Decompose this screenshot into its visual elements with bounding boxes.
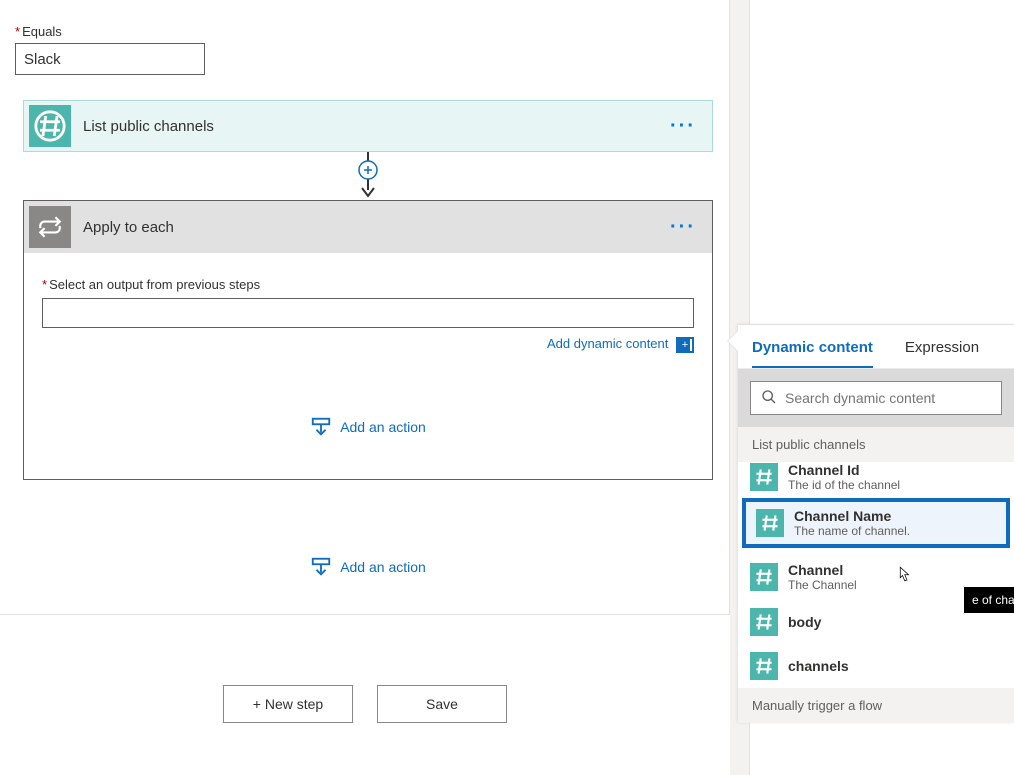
equals-block: *Equals <box>15 24 205 75</box>
hash-icon <box>756 509 784 537</box>
dyn-item-title: Channel Id <box>788 462 1002 478</box>
add-dynamic-content-link[interactable]: Add dynamic content <box>547 336 668 351</box>
dynamic-tabs: Dynamic content Expression <box>738 325 1014 369</box>
hash-icon <box>750 563 778 591</box>
section-header-list-channels: List public channels <box>738 427 1014 462</box>
select-output-input[interactable] <box>42 298 694 328</box>
equals-label: *Equals <box>15 24 205 39</box>
card-list-public-channels[interactable]: List public channels ··· <box>23 100 713 152</box>
dynamic-search[interactable] <box>750 381 1002 415</box>
dynamic-content-panel: Dynamic content Expression List public c… <box>738 324 1014 723</box>
add-dynamic-row: Add dynamic content + <box>42 336 694 353</box>
tab-dynamic-content[interactable]: Dynamic content <box>752 339 873 368</box>
connector-arrow <box>23 152 713 202</box>
select-output-label-text: Select an output from previous steps <box>49 277 260 292</box>
required-star: * <box>15 24 20 39</box>
card-title: List public channels <box>83 118 654 135</box>
apply-body: *Select an output from previous steps Ad… <box>24 253 712 363</box>
dyn-item-channel-id[interactable]: Channel Id The id of the channel <box>738 462 1014 492</box>
dyn-item-desc: The id of the channel <box>788 478 1002 492</box>
apply-title: Apply to each <box>83 219 654 236</box>
loop-icon <box>29 206 71 248</box>
add-action-icon <box>310 416 332 438</box>
dyn-item-channel-name[interactable]: Channel Name The name of channel. <box>744 500 1008 546</box>
add-action-outside[interactable]: Add an action <box>23 556 713 578</box>
dynamic-searchbar <box>738 369 1014 427</box>
tooltip-fragment: e of cha <box>964 587 1014 613</box>
equals-label-text: Equals <box>22 24 62 39</box>
select-output-label: *Select an output from previous steps <box>42 277 694 292</box>
footer: + New step Save <box>0 615 730 745</box>
card-more-button[interactable]: ··· <box>654 115 712 138</box>
section-header-manual-trigger: Manually trigger a flow <box>738 688 1014 723</box>
dyn-item-desc: The name of channel. <box>794 524 996 538</box>
apply-more-button[interactable]: ··· <box>654 216 712 239</box>
dyn-item-title: body <box>788 614 1002 630</box>
callout-beak <box>728 331 738 351</box>
hash-icon <box>750 463 778 491</box>
equals-input[interactable] <box>15 43 205 75</box>
tab-expression[interactable]: Expression <box>905 339 979 368</box>
hash-icon <box>750 608 778 636</box>
apply-header[interactable]: Apply to each ··· <box>24 201 712 253</box>
save-button[interactable]: Save <box>377 685 507 723</box>
slack-hash-icon <box>29 105 71 147</box>
search-icon <box>761 389 777 408</box>
flow-canvas: *Equals List public channels ··· <box>0 0 730 615</box>
dyn-item-title: Channel <box>788 562 1002 578</box>
add-action-outside-label: Add an action <box>340 559 426 575</box>
add-action-icon <box>310 556 332 578</box>
card-apply-to-each: Apply to each ··· *Select an output from… <box>23 200 713 480</box>
hash-icon <box>750 652 778 680</box>
dynamic-search-input[interactable] <box>785 390 991 406</box>
add-dynamic-badge-icon[interactable]: + <box>676 337 694 353</box>
add-action-inside-label: Add an action <box>340 419 426 435</box>
required-star: * <box>42 277 47 292</box>
dyn-item-title: channels <box>788 658 1002 674</box>
new-step-button[interactable]: + New step <box>223 685 353 723</box>
dyn-item-channels[interactable]: channels <box>738 644 1014 688</box>
add-action-inside[interactable]: Add an action <box>23 416 713 438</box>
dyn-item-title: Channel Name <box>794 508 996 524</box>
